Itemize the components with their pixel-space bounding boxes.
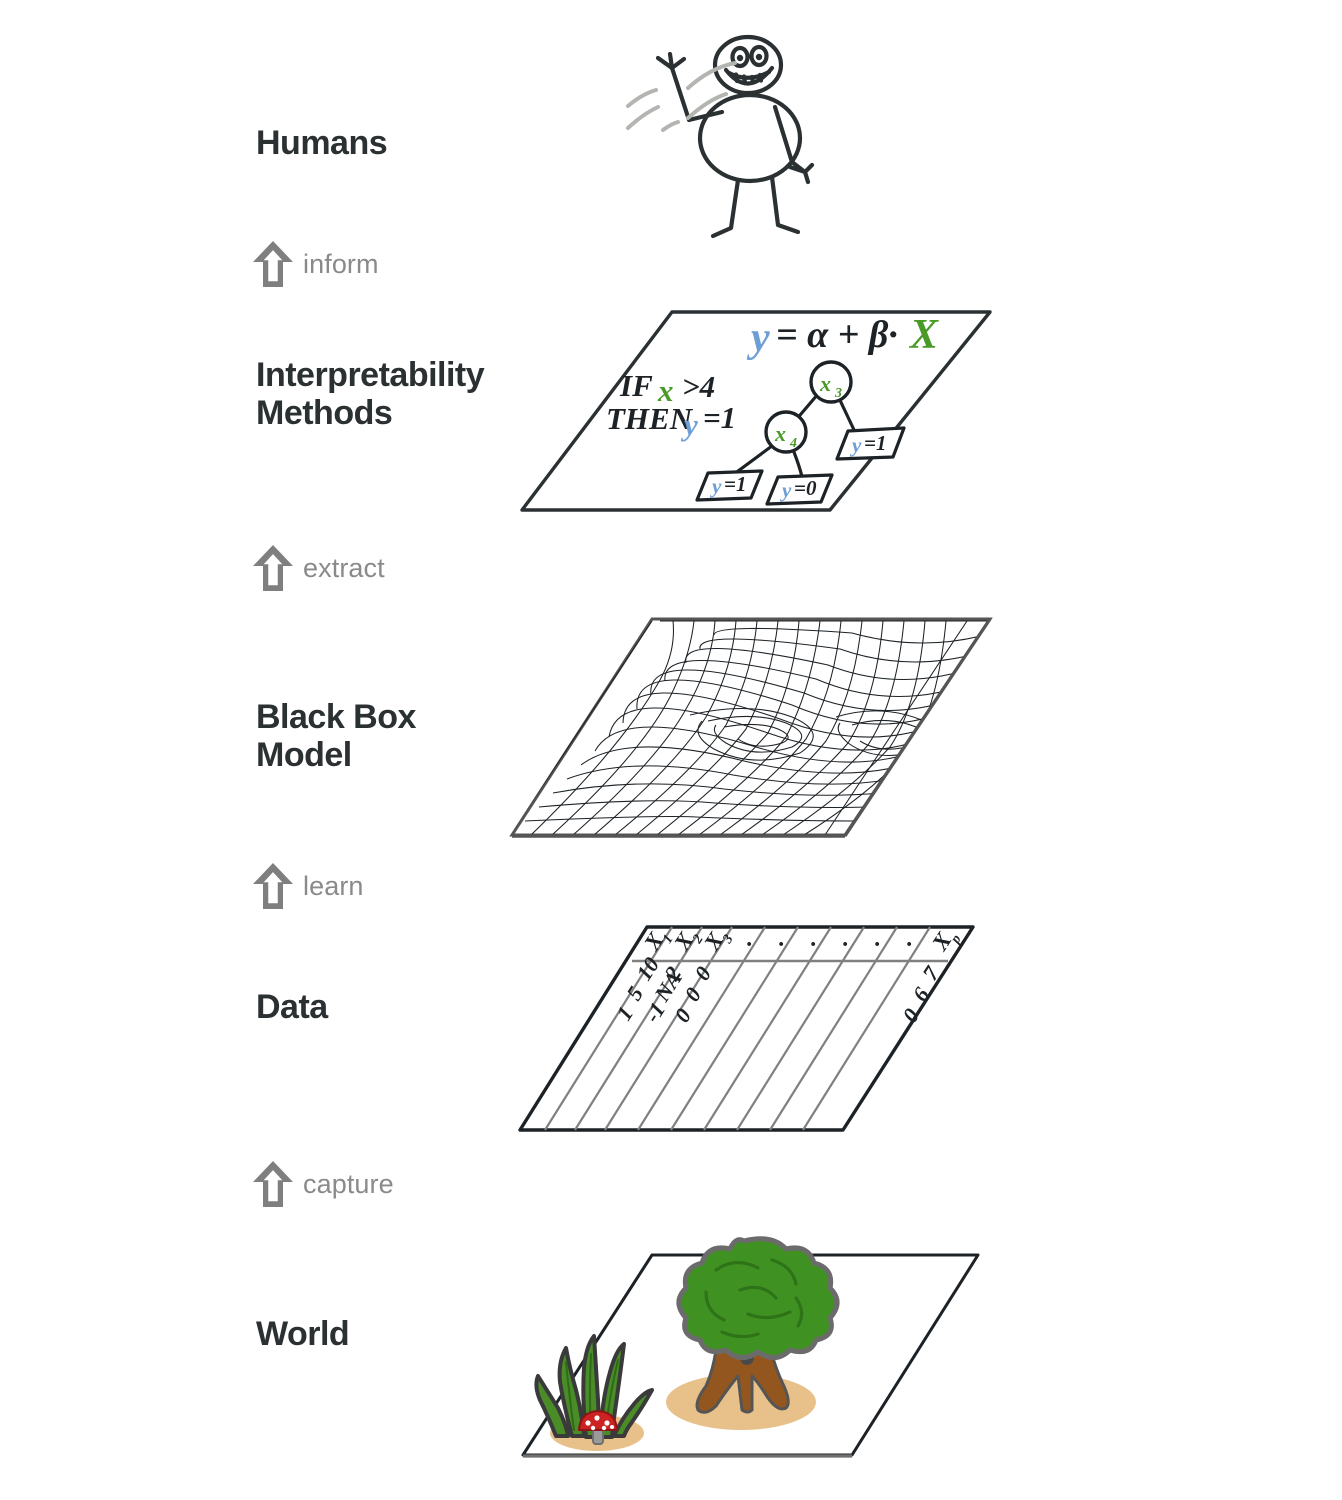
decision-tree-leaf-right: y =1 [835, 426, 906, 461]
layer-label-humans: Humans [256, 124, 388, 162]
data-header-8: · [906, 932, 912, 958]
relation-label-learn: learn [303, 870, 364, 901]
decision-tree-node-child-sub: 4 [789, 436, 797, 451]
layer-label-data: Data [256, 988, 328, 1026]
stick-figure-mouth [723, 65, 775, 86]
rule-if-keyword: IF [619, 368, 653, 403]
decision-tree-leaf-left: y =1 [695, 469, 764, 502]
data-illustration: X 1 X 2 X 3 · · · · · · X p 10 5 1 2 NA … [510, 920, 980, 1140]
layer-label-world: World [256, 1315, 350, 1353]
layer-label-blackbox: Black Box Model [256, 698, 416, 775]
data-table-plane-drawing: X 1 X 2 X 3 · · · · · · X p 10 5 1 2 NA … [518, 925, 975, 1132]
stick-figure-hand-left [655, 51, 687, 71]
tree-foliage [676, 1236, 840, 1360]
mushroom-stem [592, 1428, 604, 1445]
formula-operator: = α + β· [776, 314, 898, 356]
blackbox-illustration [500, 605, 1000, 850]
data-header-4: · [778, 932, 784, 958]
relation-label-extract: extract [303, 552, 385, 583]
stick-figure-leg-left [710, 177, 741, 239]
relation-label-capture: capture [303, 1168, 394, 1199]
stick-figure-drawing [626, 34, 815, 239]
world-illustration [500, 1230, 1000, 1500]
decision-tree-leaf-right-val: =1 [864, 431, 886, 455]
rule-then-value: =1 [703, 400, 736, 435]
decision-tree-leaf-middle-val: =0 [794, 476, 817, 500]
formula-x: X [908, 312, 939, 358]
rule-if-condition: >4 [682, 369, 715, 404]
up-arrow-icon [253, 545, 293, 591]
humans-illustration [600, 10, 850, 260]
interpretability-illustration: y = α + β· X IF x >4 THEN y =1 x 3 x 4 y… [500, 295, 1000, 525]
stick-figure-pupil-left [736, 54, 744, 62]
rule-then-keyword: THEN [606, 401, 694, 436]
relation-inform: inform [252, 240, 379, 288]
stick-figure-leg-right [769, 174, 801, 235]
decision-tree-node-root: x 3 [809, 360, 853, 404]
decision-tree-leaf-left-val: =1 [724, 472, 746, 496]
layer-label-interpretability: Interpretability Methods [256, 356, 485, 433]
interpretability-plane-drawing: y = α + β· X IF x >4 THEN y =1 x 3 x 4 y… [520, 310, 992, 512]
decision-tree-node-child: x 4 [764, 410, 808, 454]
relation-label-inform: inform [303, 248, 379, 279]
decision-tree-leaf-middle: y =0 [765, 473, 834, 506]
decision-tree-node-root-label: x [819, 371, 831, 396]
relation-extract: extract [252, 544, 385, 592]
diagram-stage: Humans inform Interpretability Methods y… [0, 0, 1342, 1500]
data-header-7: · [874, 932, 880, 958]
data-header-6: · [842, 932, 848, 958]
decision-tree-node-child-label: x [774, 421, 786, 446]
up-arrow-icon [253, 241, 293, 287]
wireframe-surface-drawing [509, 617, 993, 838]
relation-capture: capture [252, 1160, 394, 1208]
world-plane-drawing [521, 1236, 980, 1458]
relation-learn: learn [252, 862, 364, 910]
data-header-5: · [810, 932, 816, 958]
data-header-3: · [746, 932, 752, 958]
up-arrow-icon [253, 863, 293, 909]
decision-tree-node-root-sub: 3 [834, 386, 842, 401]
up-arrow-icon [253, 1161, 293, 1207]
stick-figure-pupil-right [755, 53, 763, 61]
